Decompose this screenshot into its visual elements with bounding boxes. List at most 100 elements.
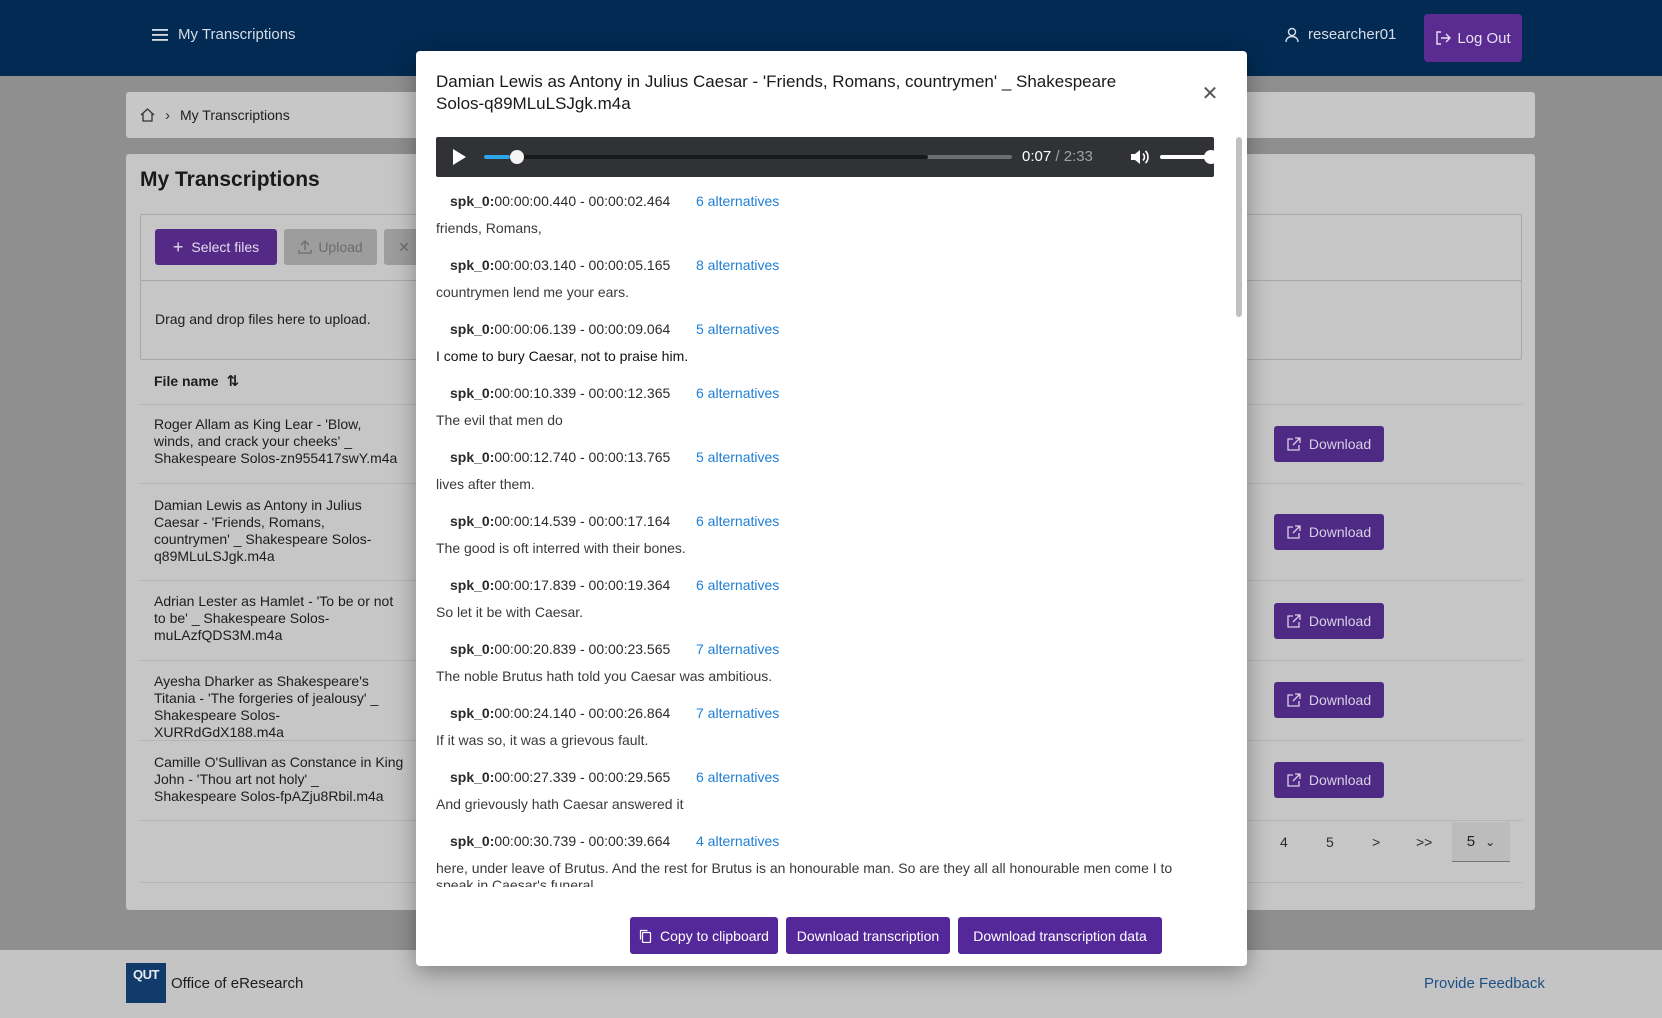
segment-meta: spk_0:00:00:17.839 - 00:00:19.364 [450, 577, 670, 593]
transcript-segment[interactable]: spk_0:00:00:30.739 - 00:00:39.664 4 alter… [436, 827, 1186, 887]
volume-icon[interactable] [1130, 148, 1152, 166]
upload-label: Upload [318, 239, 363, 255]
download-button[interactable]: Download [1274, 603, 1384, 639]
segment-text[interactable]: here, under leave of Brutus. And the res… [436, 860, 1186, 887]
scrollbar[interactable] [1236, 137, 1242, 317]
page-size-value: 5 [1466, 833, 1476, 850]
download-label: Download [1308, 436, 1372, 452]
volume-slider[interactable] [1160, 150, 1218, 164]
alternatives-link[interactable]: 7 alternatives [696, 705, 779, 721]
time-range: 00:00:14.539 - 00:00:17.164 [494, 513, 671, 529]
username: researcher01 [1308, 26, 1397, 43]
speaker-label: spk_0: [450, 513, 495, 529]
last-page-icon[interactable]: >> [1416, 834, 1432, 850]
file-name: Adrian Lester as Hamlet - 'To be or not … [154, 593, 394, 643]
time-range: 00:00:10.339 - 00:00:12.365 [494, 385, 671, 401]
copy-to-clipboard-button[interactable]: Copy to clipboard [630, 917, 778, 954]
user-menu[interactable]: researcher01 [1284, 26, 1396, 43]
upload-button[interactable]: Upload [284, 229, 377, 265]
alternatives-link[interactable]: 6 alternatives [696, 577, 779, 593]
download-button[interactable]: Download [1274, 514, 1384, 550]
page-size-select[interactable]: 5 ⌄ [1452, 822, 1510, 862]
segment-text[interactable]: And grievously hath Caesar answered it [436, 796, 1186, 813]
segment-text[interactable]: If it was so, it was a grievous fault. [436, 732, 1186, 749]
segment-text[interactable]: The evil that men do [436, 412, 1186, 429]
chevron-right-icon: › [165, 106, 170, 124]
transcript-segment[interactable]: spk_0:00:00:12.740 - 00:00:13.765 5 alter… [436, 443, 1186, 507]
alternatives-link[interactable]: 7 alternatives [696, 641, 779, 657]
sort-icon[interactable]: ⇅ [227, 372, 240, 390]
file-name: Ayesha Dharker as Shakespeare's Titania … [154, 673, 379, 740]
segment-meta: spk_0:00:00:10.339 - 00:00:12.365 [450, 385, 670, 401]
alternatives-link[interactable]: 6 alternatives [696, 193, 779, 209]
external-link-icon [1287, 693, 1301, 707]
segment-text[interactable]: So let it be with Caesar. [436, 604, 1186, 621]
speaker-label: spk_0: [450, 321, 495, 337]
menu-label: My Transcriptions [178, 26, 296, 43]
alternatives-link[interactable]: 5 alternatives [696, 321, 779, 337]
time-range: 00:00:12.740 - 00:00:13.765 [494, 449, 671, 465]
file-name: Damian Lewis as Antony in Julius Caesar … [154, 497, 372, 564]
speaker-label: spk_0: [450, 193, 495, 209]
download-button[interactable]: Download [1274, 682, 1384, 718]
page-5-link[interactable]: 5 [1326, 834, 1334, 850]
transcript-segment[interactable]: spk_0:00:00:03.140 - 00:00:05.165 8 alter… [436, 251, 1186, 315]
time-range: 00:00:00.440 - 00:00:02.464 [494, 193, 671, 209]
qut-logo: QUT [126, 963, 166, 1003]
alternatives-link[interactable]: 5 alternatives [696, 449, 779, 465]
close-icon[interactable]: ✕ [1198, 81, 1222, 105]
feedback-link[interactable]: Provide Feedback [1424, 975, 1545, 992]
download-button[interactable]: Download [1274, 426, 1384, 462]
segment-text[interactable]: The noble Brutus hath told you Caesar wa… [436, 668, 1186, 685]
external-link-icon [1287, 614, 1301, 628]
seek-handle[interactable] [510, 150, 525, 164]
logout-button[interactable]: Log Out [1424, 14, 1522, 62]
column-header-file-name[interactable]: File name ⇅ [154, 372, 239, 390]
external-link-icon [1287, 773, 1301, 787]
seek-slider[interactable] [484, 150, 1012, 164]
home-icon[interactable] [140, 108, 155, 122]
logout-label: Log Out [1457, 29, 1511, 47]
transcription-modal: Damian Lewis as Antony in Julius Caesar … [416, 51, 1247, 966]
transcript-segment[interactable]: spk_0:00:00:14.539 - 00:00:17.164 6 alter… [436, 507, 1186, 571]
speaker-label: spk_0: [450, 577, 495, 593]
total-time: / 2:33 [1055, 148, 1093, 165]
segment-text[interactable]: The good is oft interred with their bone… [436, 540, 1186, 557]
alternatives-link[interactable]: 6 alternatives [696, 513, 779, 529]
org-name: Office of eResearch [171, 975, 304, 992]
alternatives-link[interactable]: 6 alternatives [696, 385, 779, 401]
transcript-segment[interactable]: spk_0:00:00:17.839 - 00:00:19.364 6 alter… [436, 571, 1186, 635]
volume-handle[interactable] [1204, 150, 1218, 164]
transcript-segment[interactable]: spk_0:00:00:00.440 - 00:00:02.464 6 alter… [436, 187, 1186, 251]
transcript-segment[interactable]: spk_0:00:00:10.339 - 00:00:12.365 6 alter… [436, 379, 1186, 443]
transcript-segment[interactable]: spk_0:00:00:20.839 - 00:00:23.565 7 alter… [436, 635, 1186, 699]
segment-meta: spk_0:00:00:06.139 - 00:00:09.064 [450, 321, 670, 337]
alternatives-link[interactable]: 6 alternatives [696, 769, 779, 785]
alternatives-link[interactable]: 4 alternatives [696, 833, 779, 849]
alternatives-link[interactable]: 8 alternatives [696, 257, 779, 273]
next-page-icon[interactable]: > [1372, 834, 1380, 850]
menu-button[interactable]: My Transcriptions [152, 26, 296, 43]
select-files-label: Select files [191, 239, 260, 255]
segment-text[interactable]: friends, Romans, [436, 220, 1186, 237]
select-files-button[interactable]: + Select files [155, 229, 277, 265]
dropzone-text[interactable]: Drag and drop files here to upload. [155, 311, 371, 327]
upload-icon [298, 240, 312, 254]
transcript-segment[interactable]: spk_0:00:00:27.339 - 00:00:29.565 6 alter… [436, 763, 1186, 827]
page-4-link[interactable]: 4 [1280, 834, 1288, 850]
logout-icon [1436, 31, 1452, 45]
current-time: 0:07 [1022, 148, 1052, 165]
download-data-label: Download transcription data [973, 927, 1147, 944]
download-button[interactable]: Download [1274, 762, 1384, 798]
segment-text[interactable]: I come to bury Caesar, not to praise him… [436, 348, 1186, 365]
breadcrumb-current[interactable]: My Transcriptions [180, 107, 290, 123]
download-transcription-button[interactable]: Download transcription [786, 917, 950, 954]
segment-meta: spk_0:00:00:12.740 - 00:00:13.765 [450, 449, 670, 465]
download-transcription-data-button[interactable]: Download transcription data [958, 917, 1162, 954]
transcript-segment[interactable]: spk_0:00:00:06.139 - 00:00:09.064 5 alter… [436, 315, 1186, 379]
segment-text[interactable]: lives after them. [436, 476, 1186, 493]
segment-meta: spk_0:00:00:20.839 - 00:00:23.565 [450, 641, 670, 657]
play-icon[interactable] [453, 149, 466, 165]
segment-text[interactable]: countrymen lend me your ears. [436, 284, 1186, 301]
transcript-segment[interactable]: spk_0:00:00:24.140 - 00:00:26.864 7 alter… [436, 699, 1186, 763]
